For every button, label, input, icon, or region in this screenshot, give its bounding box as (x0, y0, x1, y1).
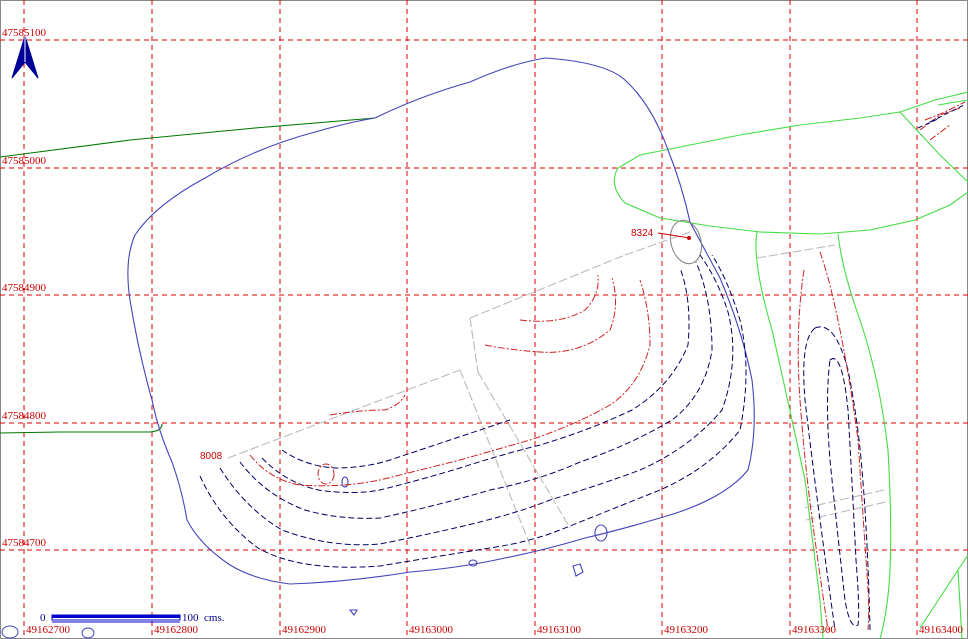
point-8008-label[interactable]: 8008 (200, 451, 223, 462)
x-label-49162900: 49162900 (282, 624, 327, 636)
scale-start-label: 0 (40, 612, 46, 624)
scale-bar-fill (52, 615, 180, 618)
upper-right-contours (917, 103, 967, 129)
scale-unit-label: cms. (204, 612, 225, 624)
y-label-47585000: 47585000 (2, 155, 47, 167)
y-label-47584700: 47584700 (2, 537, 47, 549)
red-contours (249, 101, 966, 631)
blue-boundary (127, 57, 755, 616)
x-label-49162800: 49162800 (154, 624, 199, 636)
point-8324[interactable]: 8324 (631, 228, 691, 240)
x-label-49162700: 49162700 (26, 624, 71, 636)
map-canvas[interactable]: 8324 8008 47585100 47585000 47584900 475… (0, 0, 968, 639)
map-frame (0, 0, 968, 639)
green-boundary-light (613, 91, 968, 639)
point-8324-marker (687, 236, 691, 240)
y-label-47584800: 47584800 (2, 410, 47, 422)
point-8324-label: 8324 (631, 228, 654, 239)
y-label-47584900: 47584900 (2, 282, 47, 294)
x-label-49163100: 49163100 (537, 624, 582, 636)
x-label-49163300: 49163300 (792, 624, 837, 636)
y-label-47585100: 47585100 (2, 27, 47, 39)
scale-end-label: 100 (182, 612, 199, 624)
x-label-49163000: 49163000 (409, 624, 454, 636)
north-arrow-icon (11, 34, 39, 79)
green-boundary-dark (0, 117, 376, 434)
scale-bar: 0 100 cms. (40, 612, 225, 624)
x-label-49163200: 49163200 (664, 624, 709, 636)
x-axis-labels: 49162700 49162800 49162900 49163000 4916… (26, 624, 964, 636)
x-label-49163400: 49163400 (919, 624, 964, 636)
